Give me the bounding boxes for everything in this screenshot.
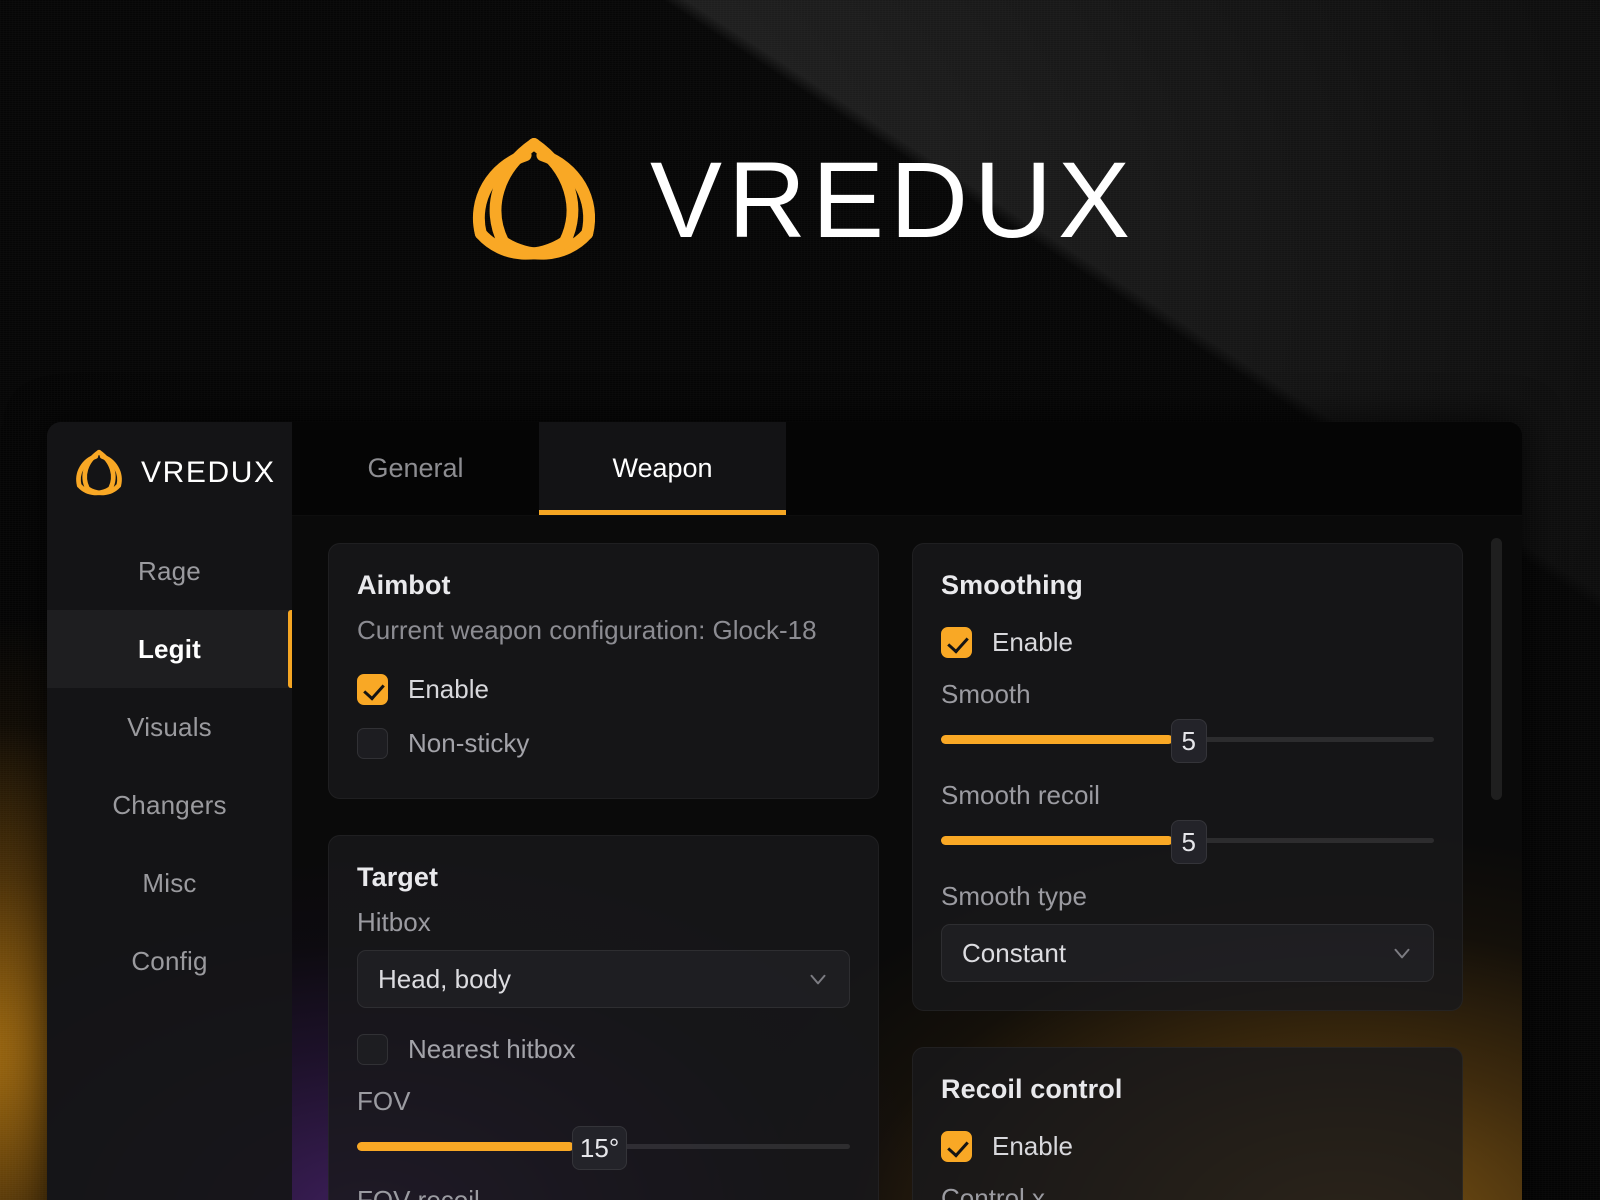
hitbox-selected-value: Head, body bbox=[378, 963, 511, 994]
checkbox-checked-icon[interactable] bbox=[357, 673, 388, 705]
chevron-down-icon bbox=[810, 974, 826, 985]
sidebar-item-misc[interactable]: Misc bbox=[47, 844, 292, 922]
target-title: Target bbox=[357, 862, 439, 892]
content-area: General Weapon Aimbot Current weapon con… bbox=[292, 422, 1522, 1200]
fov-label: FOV bbox=[357, 1086, 411, 1116]
fov-slider-value: 15° bbox=[571, 1126, 628, 1170]
triquetra-logo-icon bbox=[472, 138, 595, 260]
smooth-slider-fill bbox=[941, 735, 1173, 744]
smooth-recoil-label: Smooth recoil bbox=[941, 780, 1100, 810]
chevron-down-icon bbox=[1394, 948, 1410, 959]
smooth-label: Smooth bbox=[941, 679, 1031, 709]
fov-slider-fill bbox=[357, 1142, 574, 1151]
sidebar-item-label: Rage bbox=[138, 555, 201, 586]
target-card: Target Hitbox Head, body Nearest hitbox … bbox=[328, 835, 879, 1200]
tab-bar: General Weapon bbox=[292, 422, 1522, 516]
control-x-label: Control x bbox=[941, 1183, 1046, 1200]
tab-weapon[interactable]: Weapon bbox=[539, 422, 786, 515]
settings-scroll-area[interactable]: Aimbot Current weapon configuration: Glo… bbox=[292, 516, 1522, 1200]
tab-label: General bbox=[367, 453, 464, 483]
recoil-control-card: Recoil control Enable Control x bbox=[912, 1047, 1463, 1200]
sidebar-item-changers[interactable]: Changers bbox=[47, 766, 292, 844]
smooth-recoil-slider-fill bbox=[941, 836, 1173, 845]
tab-general[interactable]: General bbox=[292, 422, 539, 515]
smooth-slider-value: 5 bbox=[1170, 719, 1207, 763]
nearest-hitbox-label: Nearest hitbox bbox=[408, 1033, 576, 1064]
recoil-control-title: Recoil control bbox=[941, 1074, 1123, 1104]
hero-wordmark: VREDUX bbox=[649, 139, 1137, 260]
left-column: Aimbot Current weapon configuration: Glo… bbox=[328, 543, 879, 1200]
sidebar-item-label: Config bbox=[131, 945, 208, 976]
aimbot-enable-label: Enable bbox=[408, 673, 489, 704]
smoothing-card: Smoothing Enable Smooth 5 Smooth recoil bbox=[912, 543, 1463, 1011]
sidebar-item-label: Legit bbox=[137, 633, 202, 664]
hitbox-label: Hitbox bbox=[357, 907, 431, 937]
checkbox-checked-icon[interactable] bbox=[941, 626, 972, 658]
app-window: VREDUX Rage Legit Visuals Changers Misc bbox=[47, 422, 1522, 1200]
sidebar-brand: VREDUX bbox=[47, 434, 292, 512]
smoothing-enable-checkbox-row[interactable]: Enable bbox=[941, 615, 1434, 669]
sidebar-item-legit[interactable]: Legit bbox=[47, 610, 292, 688]
aimbot-current-weapon: Current weapon configuration: Glock-18 bbox=[357, 615, 817, 645]
app-background: VREDUX VREDUX Rage Legit Visuals Changer… bbox=[0, 0, 1600, 1200]
sidebar-item-label: Visuals bbox=[127, 711, 212, 742]
smooth-slider[interactable]: 5 bbox=[941, 719, 1434, 763]
smooth-type-selected-value: Constant bbox=[962, 937, 1067, 968]
sidebar-item-visuals[interactable]: Visuals bbox=[47, 688, 292, 766]
sidebar-item-label: Changers bbox=[112, 789, 227, 820]
aimbot-enable-checkbox-row[interactable]: Enable bbox=[357, 662, 850, 716]
smoothing-enable-label: Enable bbox=[992, 626, 1073, 657]
tab-label: Weapon bbox=[612, 453, 713, 483]
smooth-type-select[interactable]: Constant bbox=[941, 924, 1434, 982]
sidebar: VREDUX Rage Legit Visuals Changers Misc bbox=[47, 422, 292, 1200]
aimbot-nonsticky-label: Non-sticky bbox=[408, 727, 530, 758]
sidebar-brand-name: VREDUX bbox=[141, 456, 276, 489]
checkbox-unchecked-icon[interactable] bbox=[357, 1033, 388, 1065]
aimbot-title: Aimbot bbox=[357, 570, 451, 600]
hitbox-select[interactable]: Head, body bbox=[357, 950, 850, 1008]
checkbox-unchecked-icon[interactable] bbox=[357, 727, 388, 759]
vertical-scrollbar-thumb[interactable] bbox=[1491, 538, 1502, 800]
sidebar-item-rage[interactable]: Rage bbox=[47, 532, 292, 610]
nearest-hitbox-checkbox-row[interactable]: Nearest hitbox bbox=[357, 1022, 850, 1076]
checkbox-checked-icon[interactable] bbox=[941, 1130, 972, 1162]
smoothing-title: Smoothing bbox=[941, 570, 1083, 600]
triquetra-logo-icon bbox=[76, 449, 122, 496]
smooth-recoil-slider-value: 5 bbox=[1170, 820, 1207, 864]
sidebar-item-label: Misc bbox=[142, 867, 197, 898]
aimbot-card: Aimbot Current weapon configuration: Glo… bbox=[328, 543, 879, 799]
right-column: Smoothing Enable Smooth 5 Smooth recoil bbox=[912, 543, 1463, 1200]
vertical-scrollbar-track[interactable] bbox=[1491, 526, 1502, 1200]
sidebar-item-config[interactable]: Config bbox=[47, 922, 292, 1000]
recoil-enable-label: Enable bbox=[992, 1130, 1073, 1161]
smooth-recoil-slider[interactable]: 5 bbox=[941, 820, 1434, 864]
sidebar-nav: Rage Legit Visuals Changers Misc Config bbox=[47, 532, 292, 1000]
hero-branding: VREDUX bbox=[0, 130, 1600, 270]
fov-recoil-label: FOV recoil bbox=[357, 1185, 480, 1200]
smooth-type-label: Smooth type bbox=[941, 881, 1087, 911]
recoil-enable-checkbox-row[interactable]: Enable bbox=[941, 1119, 1434, 1173]
aimbot-nonsticky-checkbox-row[interactable]: Non-sticky bbox=[357, 716, 850, 770]
fov-slider[interactable]: 15° bbox=[357, 1126, 850, 1170]
